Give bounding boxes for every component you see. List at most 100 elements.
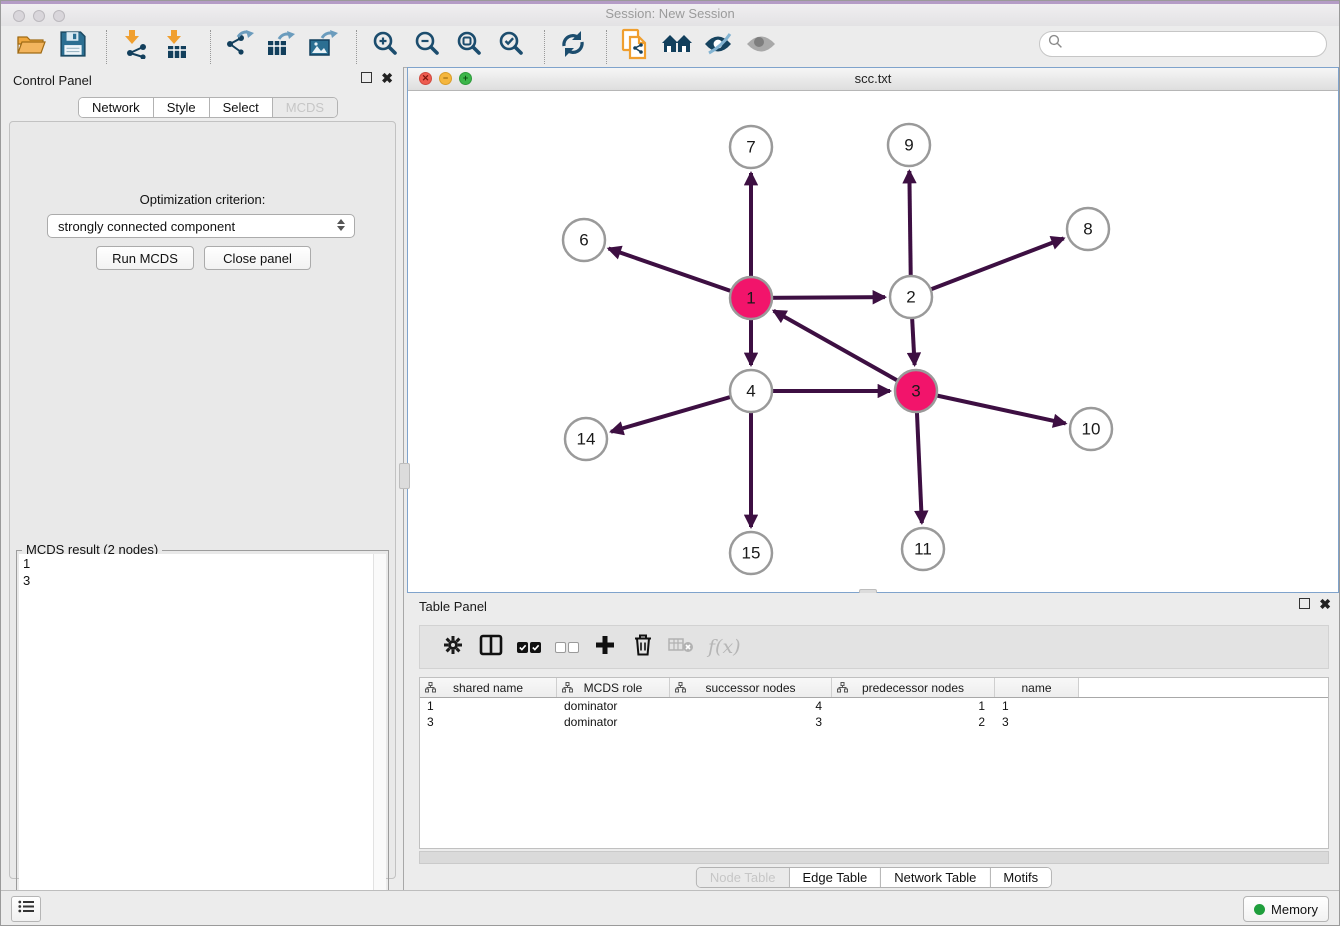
- home-icon: [660, 31, 694, 62]
- graph-edge-2-8[interactable]: [911, 238, 1064, 297]
- deselect-all-columns-button[interactable]: [550, 632, 584, 662]
- toolbar-separator: [106, 30, 108, 64]
- column-header-MCDS-role[interactable]: MCDS role: [557, 678, 670, 697]
- copy-network-view-button[interactable]: [617, 29, 653, 65]
- zoom-selected-button[interactable]: [493, 29, 529, 65]
- search-icon: [1048, 34, 1063, 54]
- close-panel-button[interactable]: Close panel: [204, 246, 311, 270]
- tab-node-table[interactable]: Node Table: [697, 868, 789, 887]
- close-icon[interactable]: ✖: [381, 73, 393, 83]
- tab-network[interactable]: Network: [79, 98, 153, 117]
- control-panel: Control Panel ✖ Network Style Select MCD…: [1, 67, 404, 893]
- network-view-window: ✕ − + scc.txt 7968124314101511: [407, 67, 1339, 593]
- column-header-successor-nodes[interactable]: successor nodes: [670, 678, 832, 697]
- optimization-criterion-select[interactable]: strongly connected component: [47, 214, 355, 238]
- table-cell[interactable]: 2: [832, 715, 995, 729]
- run-mcds-button[interactable]: Run MCDS: [96, 246, 194, 270]
- graph-node-label: 4: [746, 382, 755, 401]
- control-panel-tabs: Network Style Select MCDS: [78, 97, 338, 118]
- home-button[interactable]: [659, 29, 695, 65]
- delete-table-button[interactable]: [664, 632, 698, 662]
- export-table-icon: [266, 29, 296, 64]
- table-cell[interactable]: 1: [995, 699, 1079, 713]
- export-network-button[interactable]: [221, 29, 257, 65]
- table-panel: Table Panel ✖: [407, 593, 1340, 893]
- table-cell[interactable]: 4: [670, 699, 832, 713]
- open-session-button[interactable]: [13, 29, 49, 65]
- vertical-splitter-grip[interactable]: [399, 463, 410, 489]
- graph-node-label: 6: [579, 231, 588, 250]
- float-window-icon[interactable]: [1299, 598, 1310, 609]
- result-scrollbar[interactable]: [373, 554, 386, 924]
- import-table-button[interactable]: [159, 29, 195, 65]
- memory-label: Memory: [1271, 902, 1318, 917]
- eye-slash-icon: [703, 32, 735, 61]
- column-header-predecessor-nodes[interactable]: predecessor nodes: [832, 678, 995, 697]
- float-window-icon[interactable]: [361, 72, 372, 83]
- column-header-name[interactable]: name: [995, 678, 1079, 697]
- column-header-shared-name[interactable]: shared name: [420, 678, 557, 697]
- tab-select[interactable]: Select: [209, 98, 272, 117]
- table-cell[interactable]: 3: [420, 715, 557, 729]
- graph-node-label: 9: [904, 136, 913, 155]
- tab-mcds[interactable]: MCDS: [272, 98, 337, 117]
- task-history-button[interactable]: [11, 896, 41, 922]
- zoom-in-button[interactable]: [367, 29, 403, 65]
- control-panel-title: Control Panel: [13, 73, 92, 88]
- tab-network-table[interactable]: Network Table: [880, 868, 989, 887]
- export-table-button[interactable]: [263, 29, 299, 65]
- graph-edge-1-6[interactable]: [609, 249, 751, 298]
- memory-status-dot: [1254, 904, 1265, 915]
- zoom-out-button[interactable]: [409, 29, 445, 65]
- memory-button[interactable]: Memory: [1243, 896, 1329, 922]
- table-cell[interactable]: 1: [832, 699, 995, 713]
- application-window: Session: New Session: [0, 0, 1340, 926]
- search-field[interactable]: [1039, 31, 1327, 57]
- main-toolbar: [1, 26, 1339, 68]
- status-bar: Memory: [1, 890, 1339, 925]
- close-icon[interactable]: ✖: [1319, 599, 1331, 609]
- toolbar-separator: [544, 30, 546, 64]
- open-folder-icon: [15, 30, 47, 63]
- optimization-criterion-label: Optimization criterion:: [10, 192, 395, 207]
- table-row[interactable]: 3dominator323: [420, 714, 1328, 730]
- export-image-button[interactable]: [305, 29, 341, 65]
- mcds-result-text[interactable]: 1 3: [19, 554, 374, 924]
- table-settings-button[interactable]: [436, 632, 470, 662]
- table-cell[interactable]: 1: [420, 699, 557, 713]
- refresh-button[interactable]: [555, 29, 591, 65]
- select-all-columns-button[interactable]: [512, 632, 546, 662]
- graph-edge-3-10[interactable]: [916, 391, 1066, 423]
- table-cell[interactable]: dominator: [557, 715, 670, 729]
- network-graph[interactable]: 7968124314101511: [408, 90, 1338, 592]
- graph-node-label: 7: [746, 138, 755, 157]
- checked-checkboxes-icon: [517, 642, 541, 653]
- graph-edge-3-1[interactable]: [774, 311, 916, 391]
- table-panel-title: Table Panel: [419, 599, 487, 614]
- show-column-panel-button[interactable]: [474, 632, 508, 662]
- app-titlebar: Session: New Session: [1, 1, 1339, 27]
- hierarchy-sort-icon: [837, 682, 848, 696]
- table-row[interactable]: 1dominator411: [420, 698, 1328, 714]
- search-input[interactable]: [1067, 36, 1326, 53]
- table-cell[interactable]: dominator: [557, 699, 670, 713]
- column-header-label: predecessor nodes: [862, 681, 964, 695]
- table-panel-tabs: Node Table Edge Table Network Table Moti…: [696, 867, 1052, 888]
- hide-glass-eye-button[interactable]: [701, 29, 737, 65]
- table-cell[interactable]: 3: [995, 715, 1079, 729]
- tab-motifs[interactable]: Motifs: [989, 868, 1051, 887]
- delete-column-button[interactable]: [626, 632, 660, 662]
- import-network-button[interactable]: [117, 29, 153, 65]
- unchecked-checkboxes-icon: [555, 642, 579, 653]
- zoom-fit-button[interactable]: [451, 29, 487, 65]
- table-cell[interactable]: 3: [670, 715, 832, 729]
- add-column-button[interactable]: [588, 632, 622, 662]
- save-session-button[interactable]: [55, 29, 91, 65]
- network-window-titlebar[interactable]: ✕ − + scc.txt: [408, 68, 1338, 91]
- table-horizontal-scrollbar[interactable]: [419, 851, 1329, 864]
- tab-style[interactable]: Style: [153, 98, 209, 117]
- show-eye-button[interactable]: [743, 29, 779, 65]
- dropdown-value: strongly connected component: [58, 219, 235, 234]
- tab-edge-table[interactable]: Edge Table: [788, 868, 880, 887]
- function-builder-button[interactable]: f(x): [708, 636, 741, 658]
